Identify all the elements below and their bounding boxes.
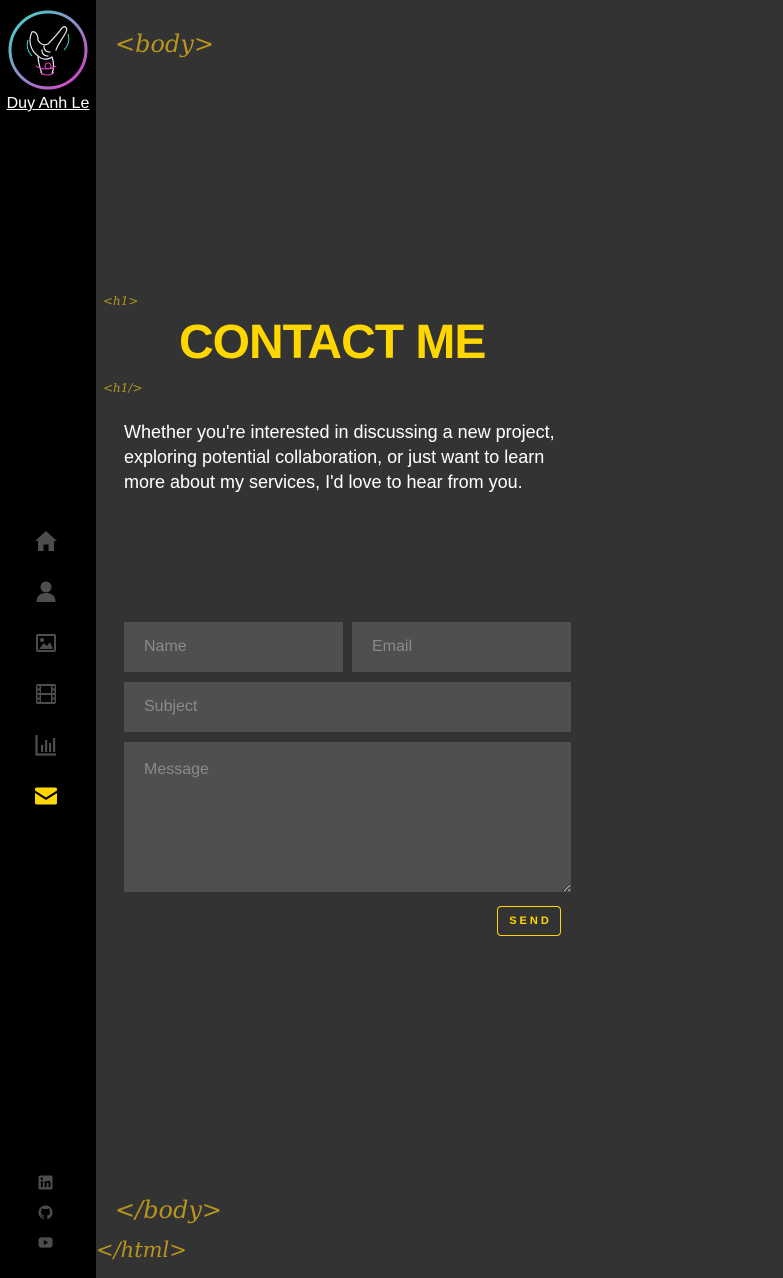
home-icon	[35, 531, 57, 551]
user-icon	[36, 581, 56, 602]
github-link[interactable]	[0, 1202, 96, 1232]
html-close-tag: </html>	[96, 1238, 187, 1262]
email-input[interactable]	[352, 622, 571, 672]
youtube-icon	[38, 1237, 53, 1248]
name-input[interactable]	[124, 622, 343, 672]
github-icon	[38, 1205, 53, 1220]
message-textarea[interactable]	[124, 742, 571, 892]
image-icon	[36, 634, 56, 652]
nav-about[interactable]	[0, 576, 96, 627]
chart-icon	[35, 735, 56, 756]
body-close-tag: </body>	[115, 1196, 223, 1224]
page-title: CONTACT ME	[179, 316, 486, 369]
intro-text: Whether you're interested in discussing …	[124, 422, 555, 492]
logo-name[interactable]: Duy Anh Le	[0, 95, 96, 113]
main-nav	[0, 525, 96, 831]
h1-open-tag: <h1>	[103, 294, 139, 308]
h1-close-tag: <h1/>	[103, 381, 143, 395]
logo-link[interactable]: Duy Anh Le	[0, 8, 96, 113]
logo-hand-icon	[8, 10, 88, 90]
envelope-icon	[35, 787, 57, 805]
social-links	[0, 1172, 96, 1262]
sidebar: Duy Anh Le	[0, 0, 96, 1278]
nav-home[interactable]	[0, 525, 96, 576]
subject-input[interactable]	[124, 682, 571, 732]
nav-contact[interactable]	[0, 780, 96, 831]
film-icon	[36, 684, 56, 704]
linkedin-icon	[38, 1175, 53, 1190]
nav-stats[interactable]	[0, 729, 96, 780]
nav-videos[interactable]	[0, 678, 96, 729]
youtube-link[interactable]	[0, 1232, 96, 1262]
body-open-tag: <body>	[115, 30, 214, 58]
send-button[interactable]: SEND	[497, 906, 561, 936]
nav-portfolio[interactable]	[0, 627, 96, 678]
linkedin-link[interactable]	[0, 1172, 96, 1202]
